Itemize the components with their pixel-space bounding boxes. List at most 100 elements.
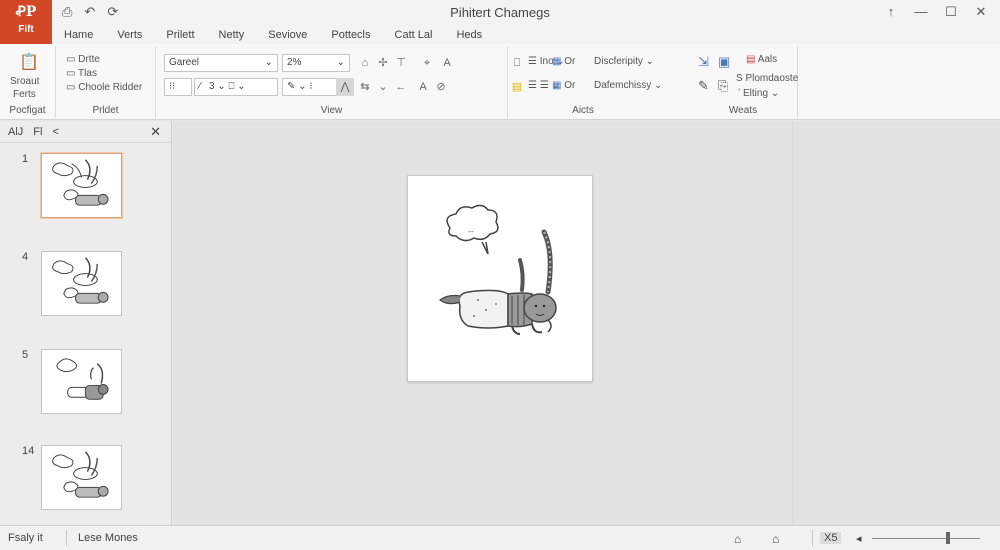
panel-close-icon[interactable]: ✕ <box>150 124 161 140</box>
zoom-label[interactable]: X5 <box>820 532 842 544</box>
thumb-number-1: 1 <box>22 153 29 165</box>
notes-icon[interactable]: ⌂ <box>734 532 741 546</box>
cat-drawing-thumb-1 <box>52 159 109 206</box>
slide-thumbnail-1[interactable] <box>41 153 122 218</box>
panel-tab-slides[interactable]: AlJ <box>8 126 23 138</box>
cat-drawing-thumb-3 <box>56 358 109 400</box>
grow-font-icon[interactable]: ⌂ <box>356 54 374 72</box>
ribbon-display-button[interactable]: ↑ <box>876 0 906 24</box>
italic-icon: ⁄ <box>199 81 201 92</box>
close-button[interactable]: ✕ <box>966 0 996 24</box>
zoom-slider-track[interactable] <box>872 538 980 539</box>
font-group-label: View <box>320 105 343 116</box>
tab-insert[interactable]: Verts <box>105 29 154 41</box>
thumb-number-4: 14 <box>22 445 35 457</box>
file-tab[interactable]: Fift <box>0 24 52 35</box>
slides-group: ▭ Drtte ▭ Tlas ▭ Choole Ridder Prldet <box>56 46 156 118</box>
tab-view[interactable]: Heds <box>444 29 494 41</box>
arrange-item-1[interactable]: ▦ Or <box>552 56 575 67</box>
highlight-icon[interactable]: ⋀ <box>336 78 354 96</box>
cat-drawing-thumb-4 <box>52 451 109 498</box>
find-button[interactable]: ▤ Aals <box>746 54 777 65</box>
font-size-box[interactable]: ⁄ 3 ⌄ ⎕ ⌄ <box>194 78 278 96</box>
paragraph-group: ⎕ ☰ Ino ⌄ ▤ ☰ ☰ ⌄ ▦ Or ▦ Or Discferipity… <box>508 46 798 118</box>
paste-icon[interactable]: 📋 <box>19 52 39 72</box>
quick-styles-icon[interactable]: ▣ <box>718 54 730 70</box>
editing-group-label: Weats <box>728 105 758 116</box>
current-slide[interactable]: -- <box>407 175 593 382</box>
zoom-slider-thumb[interactable] <box>946 532 950 544</box>
font-color-icon: ✎ <box>287 81 296 92</box>
align-left-icon[interactable]: ⎕ <box>508 54 526 72</box>
zoom-out-icon[interactable]: ◂ <box>856 532 862 545</box>
slide-thumbnail-4[interactable] <box>41 445 122 510</box>
arrange-dropdown-1-label: Discferipity <box>594 56 643 67</box>
comments-icon[interactable]: ⌂ <box>772 532 779 546</box>
tab-animations[interactable]: Seviove <box>256 29 319 41</box>
window-controls: ↑ — ☐ ✕ <box>876 0 996 24</box>
slides-item-1-label: Drtte <box>78 54 100 65</box>
arrange-icon-1: ▦ <box>552 56 562 67</box>
status-bar: Fsaly it Lese Mones ⌂ ⌂ X5 ◂ <box>0 525 1000 550</box>
slides-item-1[interactable]: ▭ Drtte <box>66 54 100 65</box>
slides-item-3[interactable]: ▭ Choole Ridder <box>66 82 142 93</box>
replace-button[interactable]: S Plomdaoste <box>736 73 798 84</box>
font-name-select[interactable]: Gareel ⌄ <box>164 54 278 72</box>
arrange-item-2[interactable]: ▦ Or <box>552 80 575 91</box>
panel-back-icon[interactable]: < <box>52 126 58 138</box>
maximize-button[interactable]: ☐ <box>936 0 966 24</box>
slides-item-2[interactable]: ▭ Tlas <box>66 68 97 79</box>
tab-slideshow[interactable]: Pottecls <box>319 29 382 41</box>
clear-format-icon[interactable]: ⊤ <box>392 54 410 72</box>
font-size-select[interactable]: 2% ⌄ <box>282 54 350 72</box>
format-painter-icon[interactable]: ⌖ <box>418 54 436 72</box>
bullets-icon[interactable]: ▤ <box>508 78 526 96</box>
font-group: Gareel ⌄ 2% ⌄ ⌂ ✢ ⊤ ⌖ A ⁝⁝ ⁄ 3 ⌄ ⎕ ⌄ ✎ ⌄ ⁝… <box>156 46 508 118</box>
font-size-num: 3 <box>209 81 215 92</box>
font-color-box[interactable]: ✎ ⌄ ⁝ <box>282 78 344 96</box>
font-a-icon[interactable]: A <box>414 78 432 96</box>
shape-icon[interactable]: ⇲ <box>698 54 709 70</box>
canvas-divider <box>792 121 793 525</box>
title-bar: ꝒP Fift ⎙ ↶ ⟳ Pihitert Chamegs ↑ — ☐ ✕ <box>0 0 1000 44</box>
font-size-value: 2% <box>287 57 302 68</box>
select-label: Elting <box>743 88 769 99</box>
shape-effects-icon[interactable]: ✎ <box>698 78 709 94</box>
tab-transitions[interactable]: Netty <box>207 29 257 41</box>
arrange-dropdown-1[interactable]: Discferipity ⌄ <box>594 56 654 67</box>
case-icon[interactable]: ⌄ <box>374 78 392 96</box>
font-name-value: Gareel <box>169 57 200 68</box>
language-status[interactable]: Lese Mones <box>78 532 138 544</box>
find-icon: ▤ <box>746 54 756 65</box>
slides-panel-header: AlJ Fl < <box>0 121 171 143</box>
tab-design[interactable]: Prilett <box>154 29 206 41</box>
shrink-font-icon[interactable]: ✢ <box>374 54 392 72</box>
tab-review[interactable]: Catt Lal <box>383 29 445 41</box>
panel-tab-outline[interactable]: Fl <box>33 126 42 138</box>
select-button[interactable]: ʼ Elting ⌄ <box>738 88 779 99</box>
paste-label-2[interactable]: Ferts <box>13 89 36 100</box>
cat-illustration: -- <box>438 204 557 335</box>
slide-info-status[interactable]: Fsaly it <box>8 532 43 544</box>
thumb-number-3: 5 <box>22 349 29 361</box>
char-spacing-icon[interactable]: ⇆ <box>356 78 374 96</box>
arrange-dropdown-2[interactable]: Dafemchissy ⌄ <box>594 80 662 91</box>
slide-thumbnail-3[interactable] <box>41 349 122 414</box>
slides-item-3-label: Choole Ridder <box>78 82 143 93</box>
cat-head <box>523 293 557 323</box>
minimize-button[interactable]: — <box>906 0 936 24</box>
left-arrow-icon[interactable]: ← <box>392 78 410 96</box>
paste-label-1[interactable]: Sroaut <box>10 76 39 87</box>
find-label: Aals <box>757 54 778 65</box>
text-shadow-icon[interactable]: A <box>438 54 456 72</box>
slides-panel: AlJ Fl < ✕ 1 4 5 14 <box>0 121 172 525</box>
tab-home[interactable]: Hame <box>52 29 105 41</box>
status-divider-2 <box>812 530 813 546</box>
status-divider-1 <box>66 530 67 546</box>
bold-toggle[interactable]: ⁝⁝ <box>164 78 192 96</box>
cat-drawing-thumb-2 <box>52 257 109 304</box>
slides-item-2-label: Tlas <box>78 68 97 79</box>
slide-thumbnail-2[interactable] <box>41 251 122 316</box>
strikethrough-icon[interactable]: ⊘ <box>432 78 450 96</box>
shape-fill-icon[interactable]: ⎘ <box>718 78 728 94</box>
